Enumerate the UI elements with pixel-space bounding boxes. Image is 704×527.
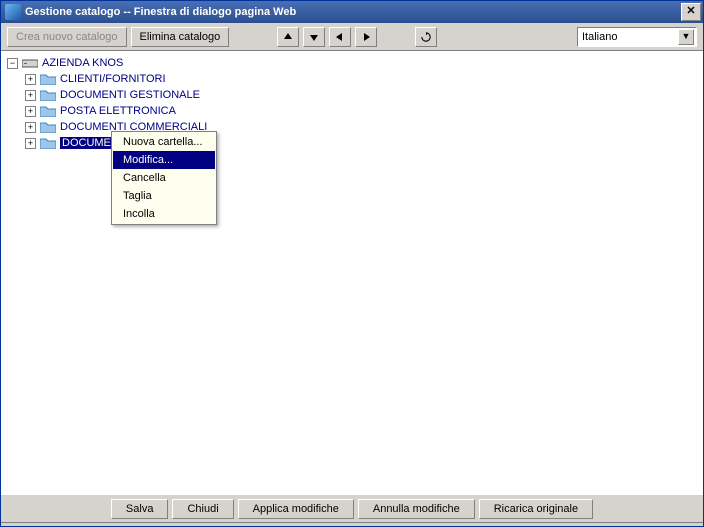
tree-item[interactable]: + POSTA ELETTRONICA (7, 103, 697, 119)
arrow-right-icon (361, 32, 371, 42)
arrow-left-icon (335, 32, 345, 42)
refresh-button[interactable] (415, 27, 437, 47)
close-dialog-button[interactable]: Chiudi (172, 499, 233, 519)
tree-item-label: CLIENTI/FORNITORI (60, 73, 166, 85)
dialog-window: Gestione catalogo -- Finestra di dialogo… (0, 0, 704, 527)
apply-button[interactable]: Applica modifiche (238, 499, 354, 519)
folder-icon (40, 89, 56, 101)
create-catalog-button: Crea nuovo catalogo (7, 27, 127, 47)
expand-icon[interactable]: + (25, 106, 36, 117)
dropdown-arrow-icon: ▼ (678, 29, 694, 45)
menu-item-new-folder[interactable]: Nuova cartella... (113, 133, 215, 151)
toolbar: Crea nuovo catalogo Elimina catalogo Ita… (1, 23, 703, 51)
delete-catalog-button[interactable]: Elimina catalogo (131, 27, 230, 47)
statusbar (1, 522, 703, 526)
bottom-toolbar: Salva Chiudi Applica modifiche Annulla m… (1, 494, 703, 522)
tree-item-label: POSTA ELETTRONICA (60, 105, 176, 117)
tree-item-label: DOCUMENTI GESTIONALE (60, 89, 200, 101)
collapse-icon[interactable]: − (7, 58, 18, 69)
arrow-down-icon (309, 32, 319, 42)
tree-root-label: AZIENDA KNOS (42, 57, 123, 69)
window-title: Gestione catalogo -- Finestra di dialogo… (25, 6, 681, 18)
folder-icon (40, 137, 56, 149)
save-button[interactable]: Salva (111, 499, 169, 519)
drive-icon (22, 57, 38, 69)
move-down-button[interactable] (303, 27, 325, 47)
expand-icon[interactable]: + (25, 138, 36, 149)
context-menu: Nuova cartella... Modifica... Cancella T… (111, 131, 217, 225)
menu-item-edit[interactable]: Modifica... (113, 151, 215, 169)
close-button[interactable]: ✕ (681, 3, 701, 21)
expand-icon[interactable]: + (25, 74, 36, 85)
move-left-button[interactable] (329, 27, 351, 47)
expand-icon[interactable]: + (25, 90, 36, 101)
folder-icon (40, 73, 56, 85)
refresh-icon (421, 32, 431, 42)
menu-item-delete[interactable]: Cancella (113, 169, 215, 187)
reload-button[interactable]: Ricarica originale (479, 499, 593, 519)
move-up-button[interactable] (277, 27, 299, 47)
tree-item[interactable]: + DOCUMENTI GESTIONALE (7, 87, 697, 103)
titlebar: Gestione catalogo -- Finestra di dialogo… (1, 1, 703, 23)
folder-icon (40, 105, 56, 117)
ie-icon (5, 4, 21, 20)
tree-item-label: DOCUME (60, 137, 113, 149)
folder-icon (40, 121, 56, 133)
tree-panel: − AZIENDA KNOS + CLIENTI/FORNITORI + DOC… (1, 51, 703, 494)
expand-icon[interactable]: + (25, 122, 36, 133)
language-select[interactable]: Italiano ▼ (577, 27, 697, 47)
arrow-up-icon (283, 32, 293, 42)
undo-button[interactable]: Annulla modifiche (358, 499, 475, 519)
menu-item-cut[interactable]: Taglia (113, 187, 215, 205)
language-value: Italiano (582, 31, 617, 43)
tree-root[interactable]: − AZIENDA KNOS (7, 55, 697, 71)
menu-item-paste[interactable]: Incolla (113, 205, 215, 223)
move-right-button[interactable] (355, 27, 377, 47)
tree-item[interactable]: + CLIENTI/FORNITORI (7, 71, 697, 87)
